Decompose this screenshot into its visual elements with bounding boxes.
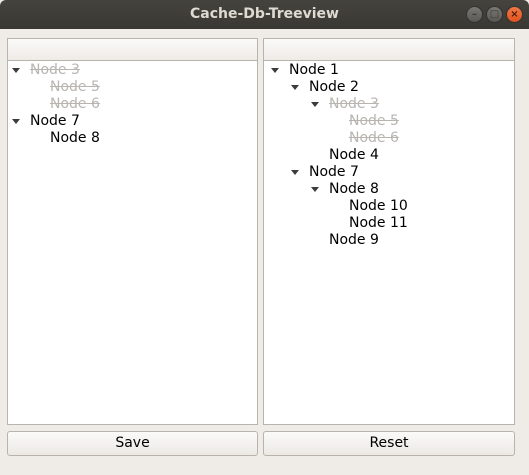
- tree-row[interactable]: Node 8: [8, 130, 257, 147]
- expander-arrow-icon[interactable]: [12, 119, 20, 124]
- cache-tree-header[interactable]: [8, 39, 257, 61]
- db-tree-view[interactable]: Node 1 Node 2 Node 3 Node 5 Node 6 Node 4 Node…: [263, 38, 515, 425]
- expander-arrow-icon[interactable]: [271, 68, 279, 73]
- expander-arrow-icon[interactable]: [311, 102, 319, 107]
- tree-row-label: Node 3: [329, 96, 379, 112]
- tree-row-label: Node 7: [30, 113, 80, 129]
- tree-row[interactable]: Node 1: [264, 62, 514, 79]
- tree-row[interactable]: Node 5: [8, 79, 257, 96]
- tree-row-label: Node 11: [349, 215, 408, 231]
- tree-row[interactable]: Node 2: [264, 79, 514, 96]
- tree-row-label: Node 8: [50, 130, 100, 146]
- cache-tree-rows: Node 3 Node 5 Node 6 Node 7 Node 8: [8, 61, 257, 147]
- expander-arrow-icon[interactable]: [291, 170, 299, 175]
- minimize-button[interactable]: –: [466, 6, 483, 23]
- db-tree-header[interactable]: [264, 39, 514, 61]
- tree-row-label: Node 3: [30, 62, 80, 78]
- expander-arrow-icon[interactable]: [291, 85, 299, 90]
- tree-row-label: Node 4: [329, 147, 379, 163]
- window-title: Cache-Db-Treeview: [190, 6, 339, 22]
- close-button[interactable]: ×: [506, 6, 523, 23]
- tree-row-label: Node 6: [349, 130, 399, 146]
- tree-row[interactable]: Node 6: [264, 130, 514, 147]
- tree-row[interactable]: Node 7: [8, 113, 257, 130]
- tree-row[interactable]: Node 9: [264, 232, 514, 249]
- tree-row[interactable]: Node 6: [8, 96, 257, 113]
- tree-row[interactable]: Node 5: [264, 113, 514, 130]
- save-button[interactable]: Save: [7, 431, 258, 456]
- tree-row[interactable]: Node 3: [264, 96, 514, 113]
- tree-row[interactable]: Node 7: [264, 164, 514, 181]
- tree-row-label: Node 2: [309, 79, 359, 95]
- reset-button[interactable]: Reset: [263, 431, 515, 456]
- tree-row-label: Node 7: [309, 164, 359, 180]
- tree-row-label: Node 5: [349, 113, 399, 129]
- title-bar: Cache-Db-Treeview – □ ×: [0, 0, 529, 29]
- tree-row-label: Node 10: [349, 198, 408, 214]
- tree-row[interactable]: Node 10: [264, 198, 514, 215]
- tree-row-label: Node 8: [329, 181, 379, 197]
- tree-row[interactable]: Node 11: [264, 215, 514, 232]
- tree-row[interactable]: Node 8: [264, 181, 514, 198]
- tree-row-label: Node 9: [329, 232, 379, 248]
- tree-row-label: Node 1: [289, 62, 339, 78]
- expander-arrow-icon[interactable]: [12, 68, 20, 73]
- expander-arrow-icon[interactable]: [311, 187, 319, 192]
- tree-row-label: Node 6: [50, 96, 100, 112]
- cache-tree-view[interactable]: Node 3 Node 5 Node 6 Node 7 Node 8: [7, 38, 258, 425]
- maximize-button[interactable]: □: [486, 6, 503, 23]
- tree-row[interactable]: Node 3: [8, 62, 257, 79]
- tree-row[interactable]: Node 4: [264, 147, 514, 164]
- tree-row-label: Node 5: [50, 79, 100, 95]
- db-tree-rows: Node 1 Node 2 Node 3 Node 5 Node 6 Node 4 Node…: [264, 61, 514, 249]
